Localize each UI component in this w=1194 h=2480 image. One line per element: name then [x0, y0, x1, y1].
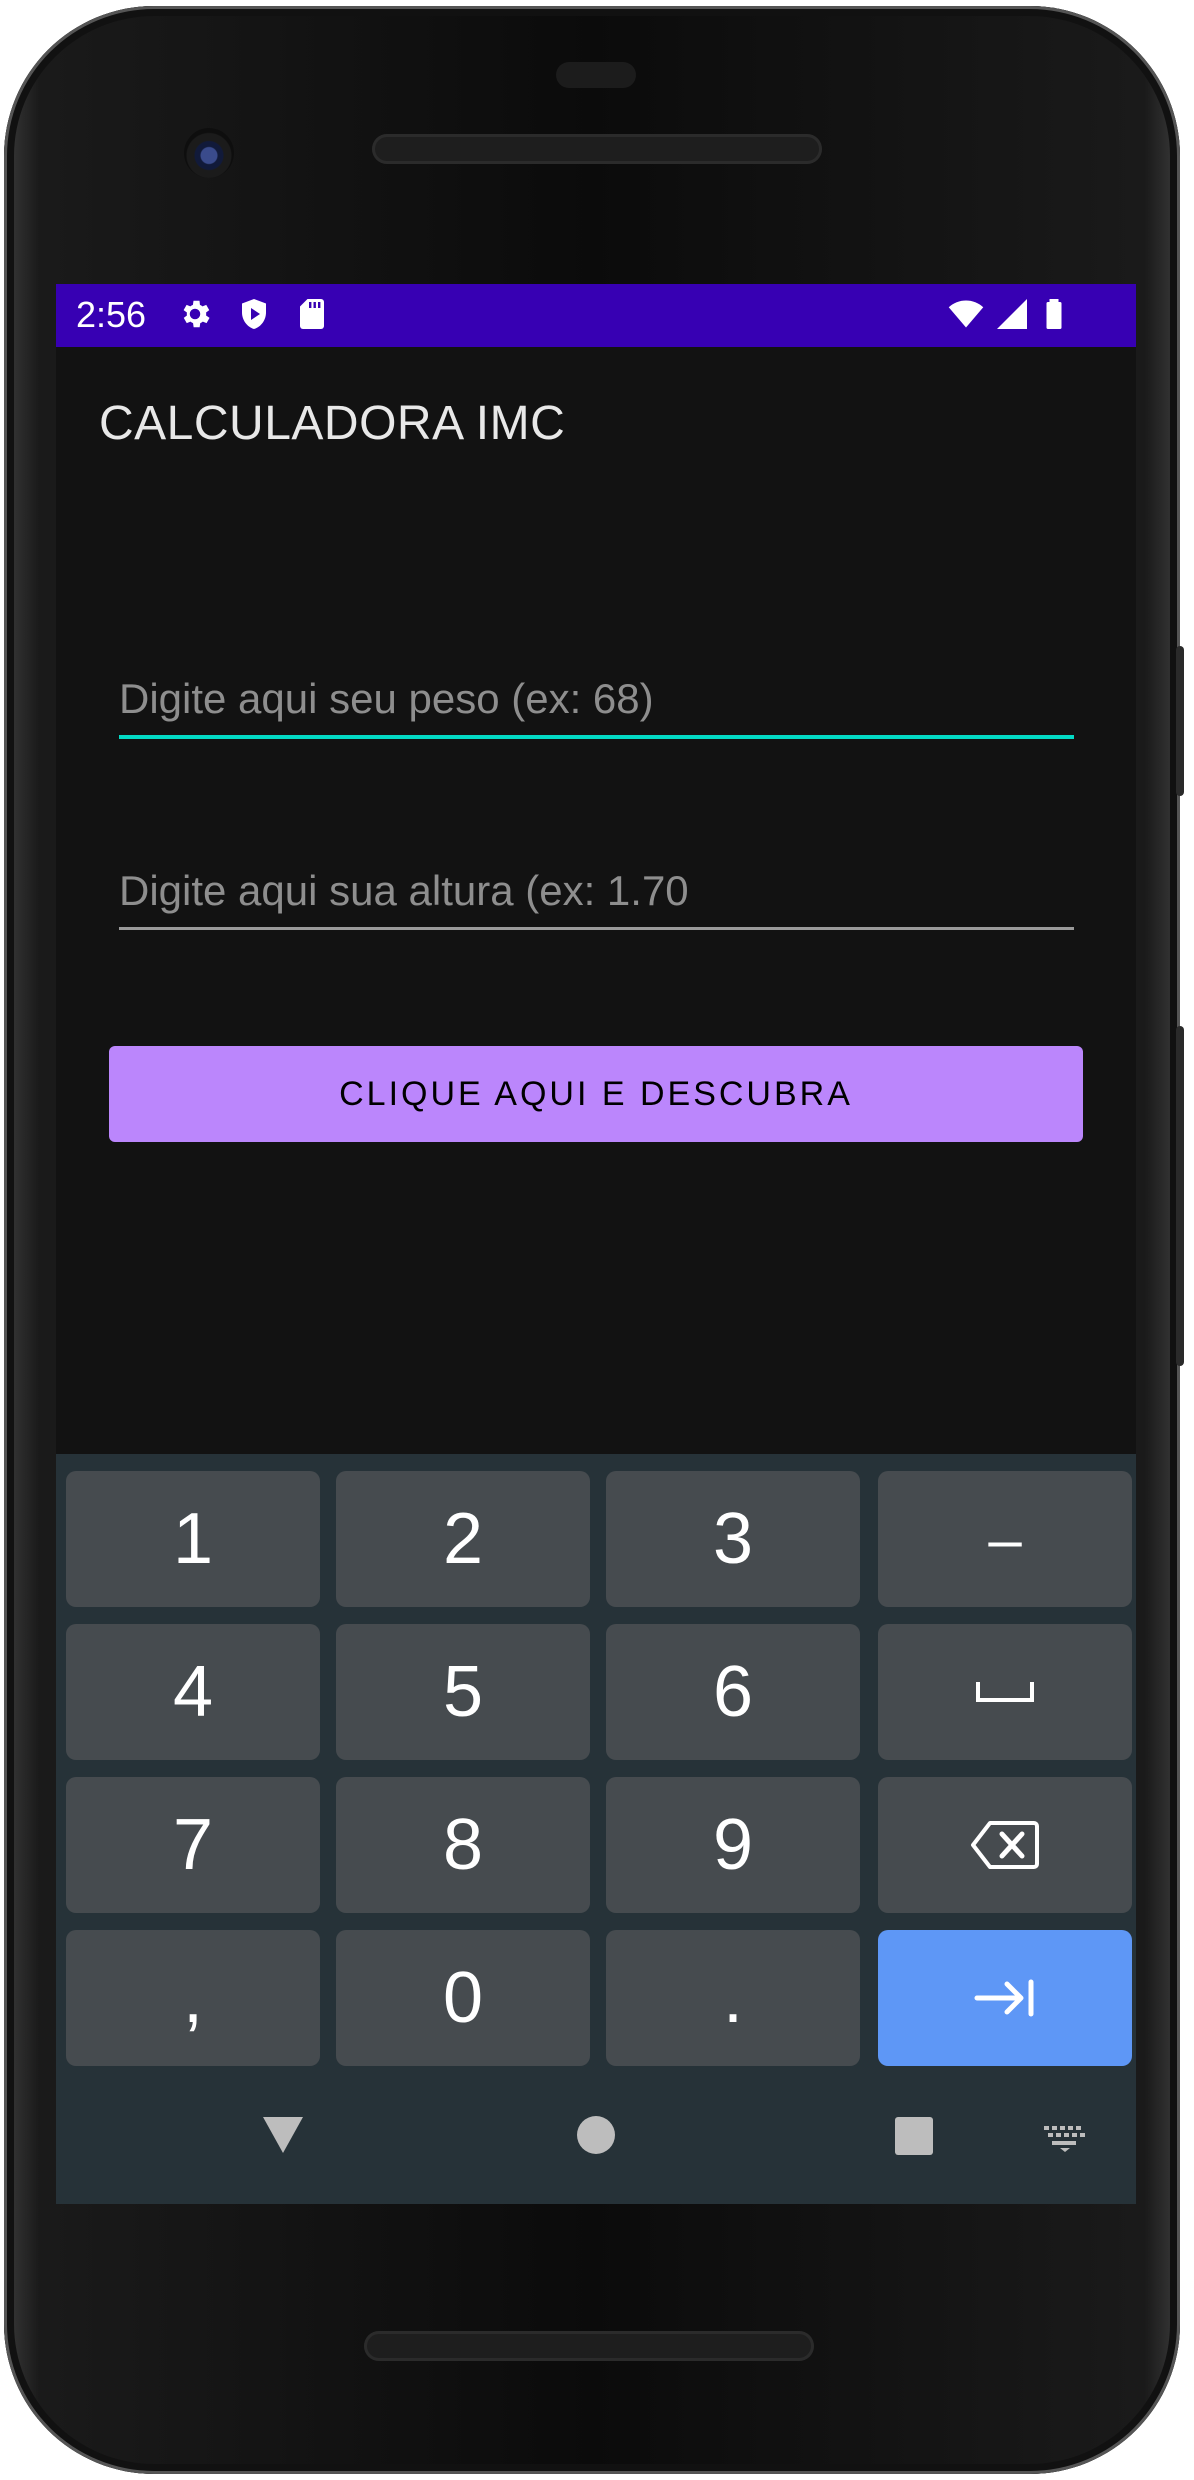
app-title: CALCULADORA IMC	[99, 397, 566, 450]
volume-button	[1176, 646, 1184, 796]
key-3[interactable]: 3	[606, 1471, 860, 1607]
key-backspace[interactable]	[878, 1777, 1132, 1913]
phone-screen: 2:56 CALCULADORA IMC Digite aqui seu pes…	[56, 284, 1136, 2204]
earpiece-speaker	[372, 134, 822, 164]
key-next[interactable]	[878, 1930, 1132, 2066]
key-4[interactable]: 4	[66, 1624, 320, 1760]
bottom-speaker	[364, 2331, 814, 2361]
key-2[interactable]: 2	[336, 1471, 590, 1607]
space-icon	[976, 1682, 1034, 1702]
key-7[interactable]: 7	[66, 1777, 320, 1913]
power-button	[1176, 1026, 1184, 1366]
shield-icon	[242, 299, 266, 329]
sd-card-icon	[300, 299, 324, 329]
backspace-icon	[971, 1821, 1039, 1869]
status-bar: 2:56	[56, 284, 1136, 347]
front-camera-icon	[184, 128, 234, 178]
phone-frame: 2:56 CALCULADORA IMC Digite aqui seu pes…	[4, 6, 1184, 2474]
settings-icon	[183, 300, 210, 328]
calculate-button[interactable]: CLIQUE AQUI E DESCUBRA	[109, 1046, 1083, 1142]
key-6[interactable]: 6	[606, 1624, 860, 1760]
key-9[interactable]: 9	[606, 1777, 860, 1913]
tab-arrow-icon	[974, 1979, 1034, 2017]
key-1[interactable]: 1	[66, 1471, 320, 1607]
home-icon[interactable]	[576, 2115, 616, 2155]
key-0[interactable]: 0	[336, 1930, 590, 2066]
key-5[interactable]: 5	[336, 1624, 590, 1760]
numeric-keyboard: 1 2 3 – 4 5 6 7 8 9 , 0 .	[56, 1454, 1136, 2204]
recents-icon[interactable]	[894, 2116, 934, 2156]
proximity-sensor	[556, 62, 636, 88]
back-icon[interactable]	[261, 2115, 305, 2155]
height-input[interactable]	[119, 861, 1074, 930]
status-time: 2:56	[76, 294, 147, 335]
keyboard-switch-icon[interactable]	[1042, 2124, 1088, 2152]
weight-input[interactable]	[119, 669, 1074, 739]
navigation-bar	[56, 2079, 1136, 2204]
cell-signal-icon	[997, 299, 1027, 329]
key-period[interactable]: .	[606, 1930, 860, 2066]
key-minus[interactable]: –	[878, 1471, 1132, 1607]
key-comma[interactable]: ,	[66, 1930, 320, 2066]
battery-icon	[1046, 299, 1062, 329]
key-8[interactable]: 8	[336, 1777, 590, 1913]
key-space[interactable]	[878, 1624, 1132, 1760]
wifi-icon	[948, 300, 984, 328]
